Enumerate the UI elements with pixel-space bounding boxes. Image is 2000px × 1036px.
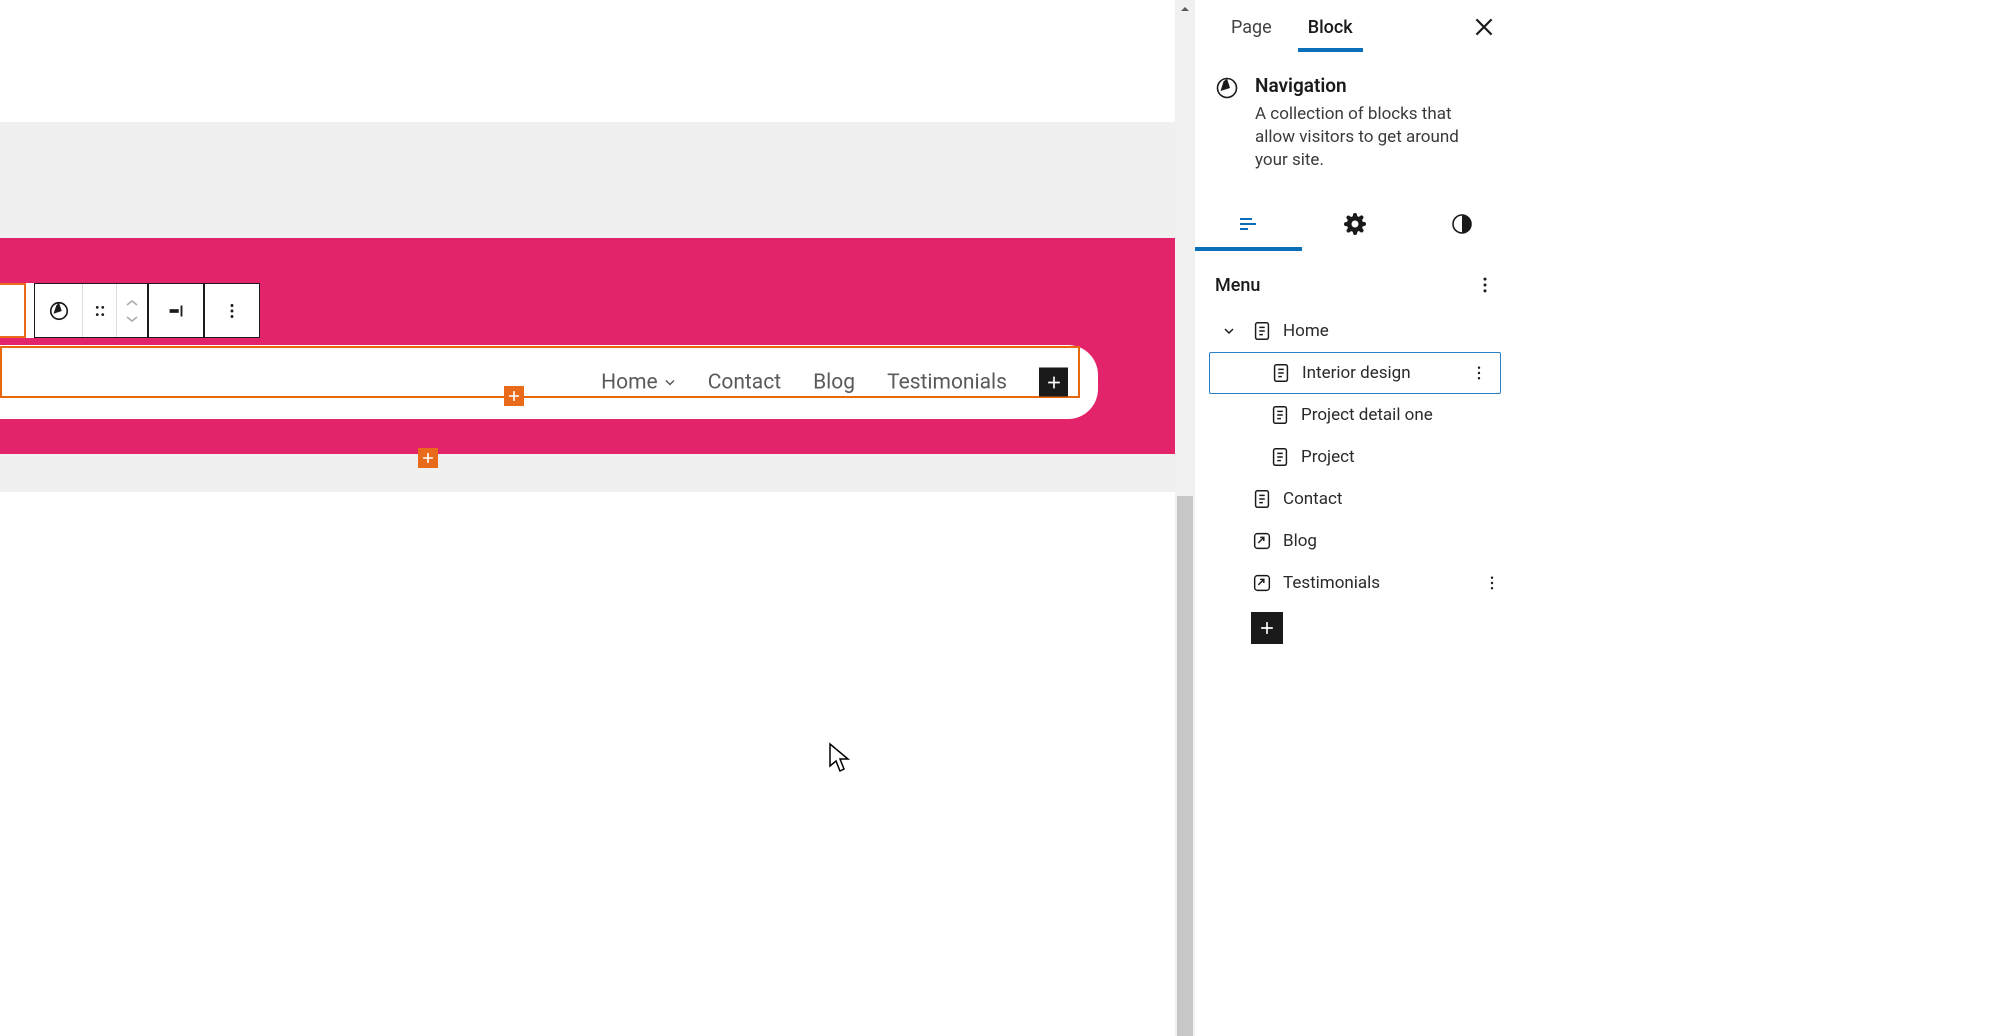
menu-section-header: Menu: [1195, 251, 1515, 310]
close-icon: [1471, 14, 1497, 40]
toolbar-group: [204, 283, 260, 338]
chevron-up-icon: [1180, 5, 1190, 13]
chevron-down-icon: [664, 376, 676, 388]
scroll-up-button[interactable]: [1175, 0, 1195, 18]
page-icon: [1251, 488, 1273, 510]
justify-right-icon: [165, 300, 187, 322]
plus-icon: [1044, 372, 1064, 392]
add-nav-item-button[interactable]: [1039, 368, 1068, 397]
list-view-tab[interactable]: [1195, 197, 1302, 251]
block-info-panel: Navigation A collection of blocks that a…: [1195, 52, 1515, 196]
menu-item-label: Project: [1301, 447, 1501, 467]
drag-icon: [89, 300, 111, 322]
plus-icon: [421, 451, 435, 465]
nav-link-home[interactable]: Home: [601, 370, 676, 394]
block-title: Navigation: [1255, 74, 1495, 97]
close-inspector-button[interactable]: [1471, 14, 1497, 40]
inspector-tabs: Page Block: [1195, 0, 1515, 52]
menu-item-label: Home: [1283, 321, 1501, 341]
editor-canvas[interactable]: Home Contact Blog Testimonials: [0, 0, 1175, 1036]
navigation-icon: [1215, 76, 1239, 100]
plus-icon: [1257, 618, 1277, 638]
toolbar-group: [148, 283, 204, 338]
menu-item-project[interactable]: Project: [1209, 436, 1501, 478]
move-up-button[interactable]: [125, 299, 139, 307]
item-options-button[interactable]: [1483, 574, 1501, 592]
navigation-icon: [48, 300, 70, 322]
chevron-down-icon[interactable]: [1221, 323, 1237, 339]
more-vertical-icon: [221, 300, 243, 322]
menu-item-label: Testimonials: [1283, 573, 1473, 593]
settings-tab[interactable]: [1302, 197, 1409, 251]
block-description: A collection of blocks that allow visito…: [1255, 103, 1495, 172]
block-inserter-button[interactable]: [418, 448, 438, 468]
list-view-icon: [1236, 212, 1260, 236]
justify-button[interactable]: [149, 284, 203, 337]
menu-item-project-detail-one[interactable]: Project detail one: [1209, 394, 1501, 436]
block-toolbar: [0, 283, 260, 338]
tab-label: Page: [1231, 17, 1272, 38]
inspector-sub-tabs: [1195, 196, 1515, 251]
menu-item-label: Blog: [1283, 531, 1501, 551]
styles-icon: [1450, 212, 1474, 236]
menu-item-label: Project detail one: [1301, 405, 1501, 425]
social-links: [979, 510, 1093, 540]
nav-menu: Home Contact Blog Testimonials: [601, 368, 1068, 397]
menu-tree: Home Interior design Project detail one …: [1195, 310, 1515, 644]
move-down-button[interactable]: [125, 315, 139, 323]
nav-link-label: Contact: [708, 370, 781, 394]
menu-item-home[interactable]: Home: [1209, 310, 1501, 352]
toolbar-group: [34, 283, 148, 338]
scrollbar-thumb[interactable]: [1177, 496, 1193, 1036]
item-options-button[interactable]: [1470, 364, 1488, 382]
styles-tab[interactable]: [1408, 197, 1515, 251]
tab-label: Block: [1308, 17, 1353, 38]
menu-options-button[interactable]: [1475, 275, 1495, 295]
menu-item-label: Contact: [1283, 489, 1501, 509]
inspector-sidebar: Page Block Navigation A collection of bl…: [1195, 0, 1515, 1036]
add-menu-item-button[interactable]: [1251, 612, 1283, 644]
nav-link-label: Blog: [813, 370, 855, 394]
nav-link-testimonials[interactable]: Testimonials: [887, 370, 1007, 394]
menu-item-blog[interactable]: Blog: [1209, 520, 1501, 562]
link-icon: [1251, 572, 1273, 594]
tab-page[interactable]: Page: [1213, 3, 1290, 50]
nav-link-label: Testimonials: [887, 370, 1007, 394]
page-icon: [1270, 362, 1292, 384]
cursor-icon: [828, 742, 854, 774]
drag-handle-button[interactable]: [83, 284, 117, 337]
block-options-button[interactable]: [205, 284, 259, 337]
canvas-scrollbar[interactable]: [1175, 0, 1195, 1036]
menu-item-interior-design[interactable]: Interior design: [1209, 352, 1501, 394]
page-icon: [1269, 404, 1291, 426]
x-twitter-icon[interactable]: [1023, 510, 1049, 540]
menu-item-testimonials[interactable]: Testimonials: [1209, 562, 1501, 604]
gear-icon: [1343, 212, 1367, 236]
menu-item-label: Interior design: [1302, 363, 1460, 383]
nav-link-blog[interactable]: Blog: [813, 370, 855, 394]
menu-item-contact[interactable]: Contact: [1209, 478, 1501, 520]
instagram-icon[interactable]: [1067, 510, 1093, 540]
nav-link-contact[interactable]: Contact: [708, 370, 781, 394]
menu-section-title: Menu: [1215, 275, 1260, 296]
tab-block[interactable]: Block: [1290, 3, 1371, 50]
move-buttons: [117, 284, 147, 337]
plus-icon: [507, 389, 521, 403]
page-icon: [1251, 320, 1273, 342]
parent-block-button[interactable]: [0, 283, 26, 338]
block-type-button[interactable]: [35, 284, 83, 337]
block-inserter-button[interactable]: [504, 386, 524, 406]
facebook-icon[interactable]: [979, 510, 1005, 540]
page-icon: [1269, 446, 1291, 468]
link-icon: [1251, 530, 1273, 552]
nav-link-label: Home: [601, 370, 658, 394]
